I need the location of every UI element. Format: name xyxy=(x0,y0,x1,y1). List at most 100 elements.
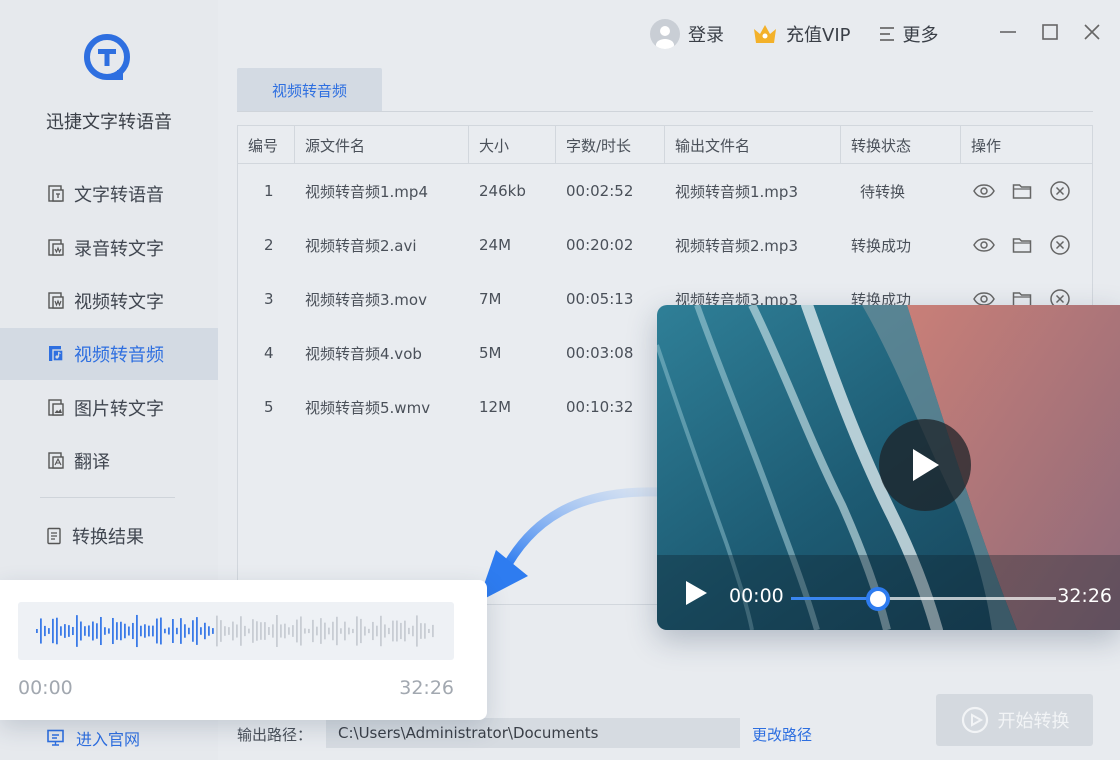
sidebar-item-video-to-audio[interactable]: 视频转音频 xyxy=(0,328,218,380)
waveform-bar xyxy=(328,627,330,635)
output-path-field[interactable]: C:\Users\Administrator\Documents xyxy=(326,718,740,748)
waveform-bar xyxy=(304,628,306,634)
cell-duration: 00:02:52 xyxy=(566,182,634,200)
waveform-bar xyxy=(392,620,394,642)
table-row[interactable]: 2 视频转音频2.avi 24M 00:20:02 视频转音频2.mp3 转换成… xyxy=(238,218,1092,272)
waveform-bar xyxy=(268,627,270,635)
start-convert-button[interactable]: 开始转换 xyxy=(936,694,1093,746)
start-convert-label: 开始转换 xyxy=(997,711,1070,732)
preview-button[interactable] xyxy=(972,233,996,257)
video-play-overlay-button[interactable] xyxy=(879,419,971,511)
waveform-bar xyxy=(208,626,210,636)
close-circle-icon xyxy=(1050,235,1070,255)
waveform-bar xyxy=(224,626,226,636)
waveform-bar xyxy=(296,619,298,643)
waveform-bar xyxy=(140,625,142,637)
row-actions xyxy=(972,233,1072,257)
col-header-actions: 操作 xyxy=(971,136,1002,155)
delete-button[interactable] xyxy=(1048,233,1072,257)
sidebar-item-results[interactable]: 转换结果 xyxy=(0,510,218,562)
waveform-bar xyxy=(264,622,266,640)
waveform-bar xyxy=(184,624,186,638)
waveform-bar xyxy=(276,615,278,647)
open-folder-button[interactable] xyxy=(1010,233,1034,257)
waveform-bar xyxy=(384,624,386,638)
waveform-bar xyxy=(36,629,38,633)
waveform-bar xyxy=(96,623,98,639)
cell-source: 视频转音频5.wmv xyxy=(305,398,431,417)
folder-icon xyxy=(1012,238,1032,253)
waveform-bar xyxy=(360,618,362,644)
cell-output: 视频转音频1.mp3 xyxy=(675,182,798,201)
login-label: 登录 xyxy=(688,25,724,46)
waveform-bar xyxy=(112,617,114,645)
tab-video-to-audio[interactable]: 视频转音频 xyxy=(237,68,382,112)
video-preview[interactable]: 00:00 32:26 xyxy=(657,305,1120,630)
login-button[interactable]: 登录 xyxy=(650,19,724,49)
waveform-bar xyxy=(284,623,286,639)
more-label: 更多 xyxy=(902,25,939,46)
waveform-bar xyxy=(320,618,322,644)
cell-duration: 00:10:32 xyxy=(566,398,634,416)
preview-button[interactable] xyxy=(972,179,996,203)
vip-label: 充值VIP xyxy=(786,25,851,46)
waveform-bar xyxy=(356,616,358,646)
cell-no: 4 xyxy=(264,344,274,362)
video-audio-icon xyxy=(46,344,66,364)
waveform-bar xyxy=(404,620,406,642)
waveform-bar xyxy=(48,628,50,634)
sidebar-item-label: 图片转文字 xyxy=(74,399,164,420)
waveform-bar xyxy=(416,615,418,647)
video-play-button[interactable] xyxy=(683,579,709,611)
waveform-bar xyxy=(44,625,46,637)
waveform-bar xyxy=(136,614,138,648)
brand-name: 迅捷文字转语音 xyxy=(46,112,172,133)
sidebar-item-text-to-speech[interactable]: 文字转语音 xyxy=(0,168,218,220)
waveform-bar xyxy=(180,618,182,644)
col-header-size: 大小 xyxy=(469,126,556,164)
cell-size: 246kb xyxy=(479,182,526,200)
waveform-bar xyxy=(72,626,74,636)
sidebar-item-video-to-text[interactable]: 视频转文字 xyxy=(0,275,218,327)
waveform-bar xyxy=(156,618,158,644)
vip-button[interactable]: 充值VIP xyxy=(752,21,850,47)
table-row[interactable]: 1 视频转音频1.mp4 246kb 00:02:52 视频转音频1.mp3 待… xyxy=(238,164,1092,218)
sidebar-item-image-to-text[interactable]: 图片转文字 xyxy=(0,382,218,434)
waveform-bar xyxy=(196,617,198,645)
waveform-bar xyxy=(204,622,206,640)
app-logo-icon xyxy=(84,34,130,80)
website-link-label: 进入官网 xyxy=(76,730,141,749)
waveform-bar xyxy=(348,627,350,635)
delete-button[interactable] xyxy=(1048,179,1072,203)
waveform-bar xyxy=(228,627,230,635)
waveform-bar xyxy=(216,615,218,647)
change-path-link[interactable]: 更改路径 xyxy=(752,724,812,745)
close-button[interactable] xyxy=(1080,20,1104,44)
waveform-bar xyxy=(176,627,178,635)
audio-waveform[interactable] xyxy=(18,602,454,660)
sidebar-item-label: 视频转文字 xyxy=(74,292,164,313)
waveform-bar xyxy=(104,627,106,635)
video-progress-knob[interactable] xyxy=(866,587,891,611)
waveform-bar xyxy=(380,615,382,647)
sidebar-item-translate[interactable]: 翻译 xyxy=(0,435,218,487)
waveform-bar xyxy=(332,621,334,641)
cell-no: 5 xyxy=(264,398,274,416)
more-button[interactable]: 更多 xyxy=(878,21,938,47)
maximize-button[interactable] xyxy=(1038,20,1062,44)
video-progress-track[interactable] xyxy=(791,587,1056,611)
cell-source: 视频转音频4.vob xyxy=(305,344,422,363)
website-link[interactable]: 进入官网 xyxy=(46,726,140,750)
open-folder-button[interactable] xyxy=(1010,179,1034,203)
sidebar-item-label: 录音转文字 xyxy=(74,239,164,260)
waveform-bar xyxy=(192,620,194,642)
output-path-label: 输出路径： xyxy=(237,726,313,744)
cell-size: 5M xyxy=(479,344,502,362)
waveform-bar xyxy=(132,622,134,640)
waveform-bar xyxy=(340,628,342,634)
sidebar-item-audio-to-text[interactable]: 录音转文字 xyxy=(0,222,218,274)
waveform-bar xyxy=(128,626,130,636)
waveform-bar xyxy=(92,621,94,641)
play-circle-icon xyxy=(961,706,988,734)
minimize-button[interactable] xyxy=(996,20,1020,44)
